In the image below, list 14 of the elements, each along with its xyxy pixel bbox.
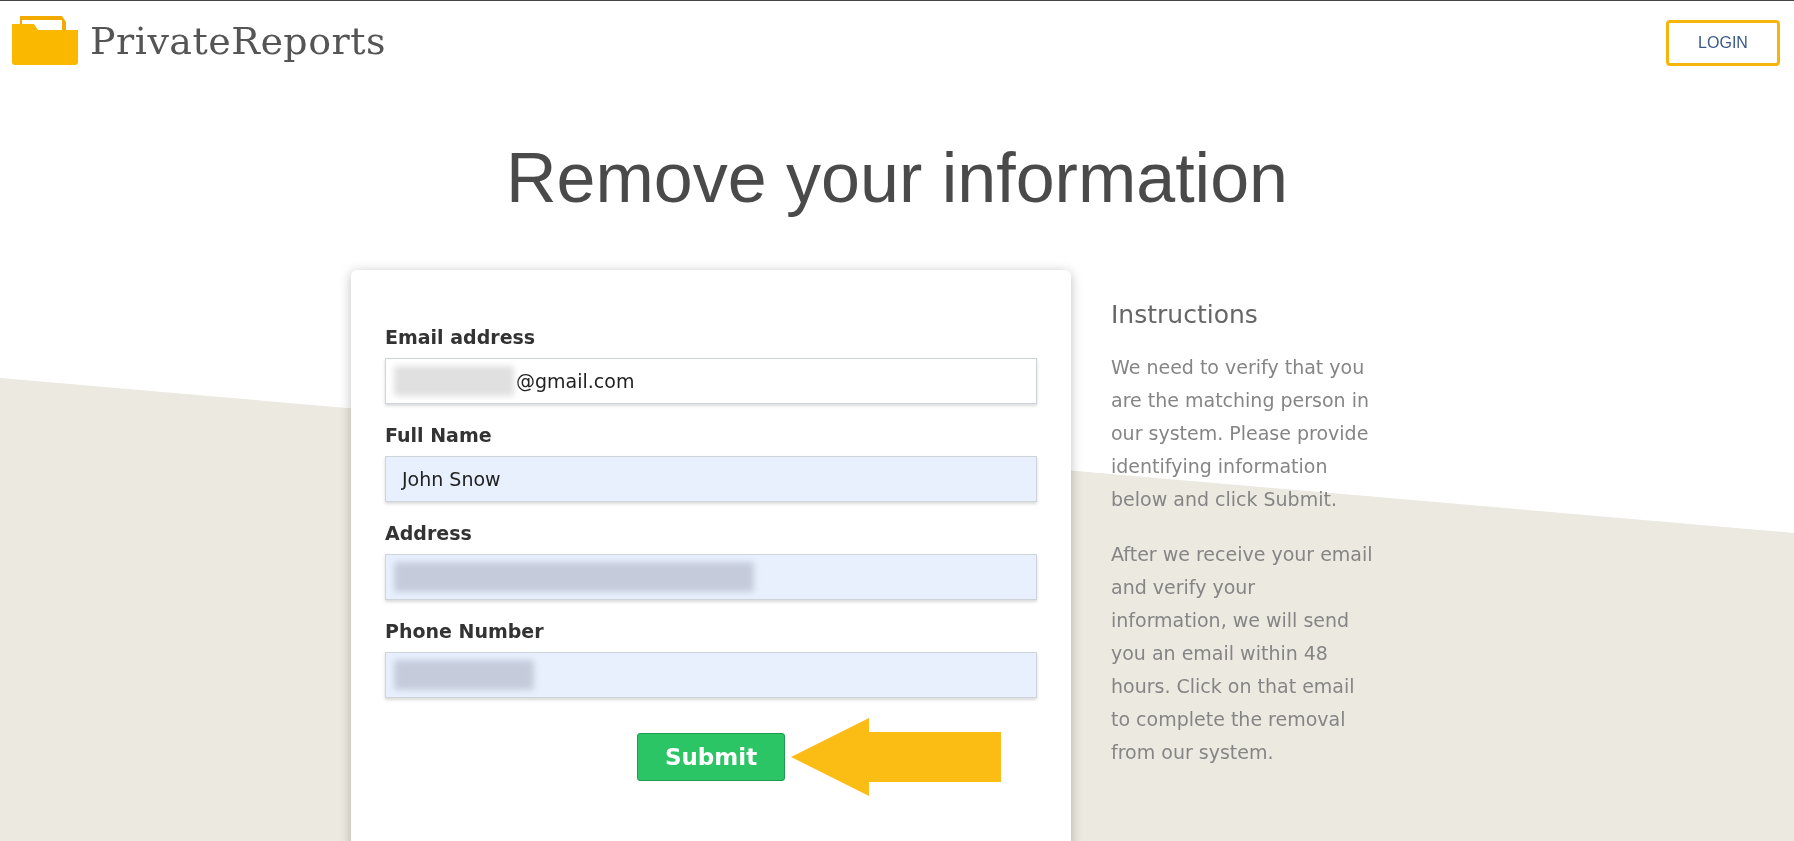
input-field[interactable] bbox=[385, 554, 1037, 600]
instructions-text: We need to verify that you are the matching person in our system. Please provide identifying information below and click Submit. bbox=[1111, 355, 1370, 512]
field-label: Email address bbox=[385, 326, 537, 348]
logo-text: PrivateReports bbox=[90, 19, 386, 63]
field-label: Full Name bbox=[385, 424, 493, 446]
field-label: Address bbox=[385, 522, 473, 544]
instructions-heading: Instructions bbox=[1111, 300, 1259, 329]
folder-icon bbox=[12, 16, 78, 66]
input-field[interactable]: John Snow bbox=[385, 456, 1037, 502]
instructions-text: After we receive your email and verify your information, we will send you an email within 48 hours. Click on that email to complete the removal from our system. bbox=[1111, 542, 1373, 765]
login-button[interactable]: LOGIN bbox=[1666, 20, 1780, 66]
input-field[interactable]: @gmail.com bbox=[385, 358, 1037, 404]
input-field[interactable] bbox=[385, 652, 1037, 698]
field-label: Phone Number bbox=[385, 620, 545, 642]
